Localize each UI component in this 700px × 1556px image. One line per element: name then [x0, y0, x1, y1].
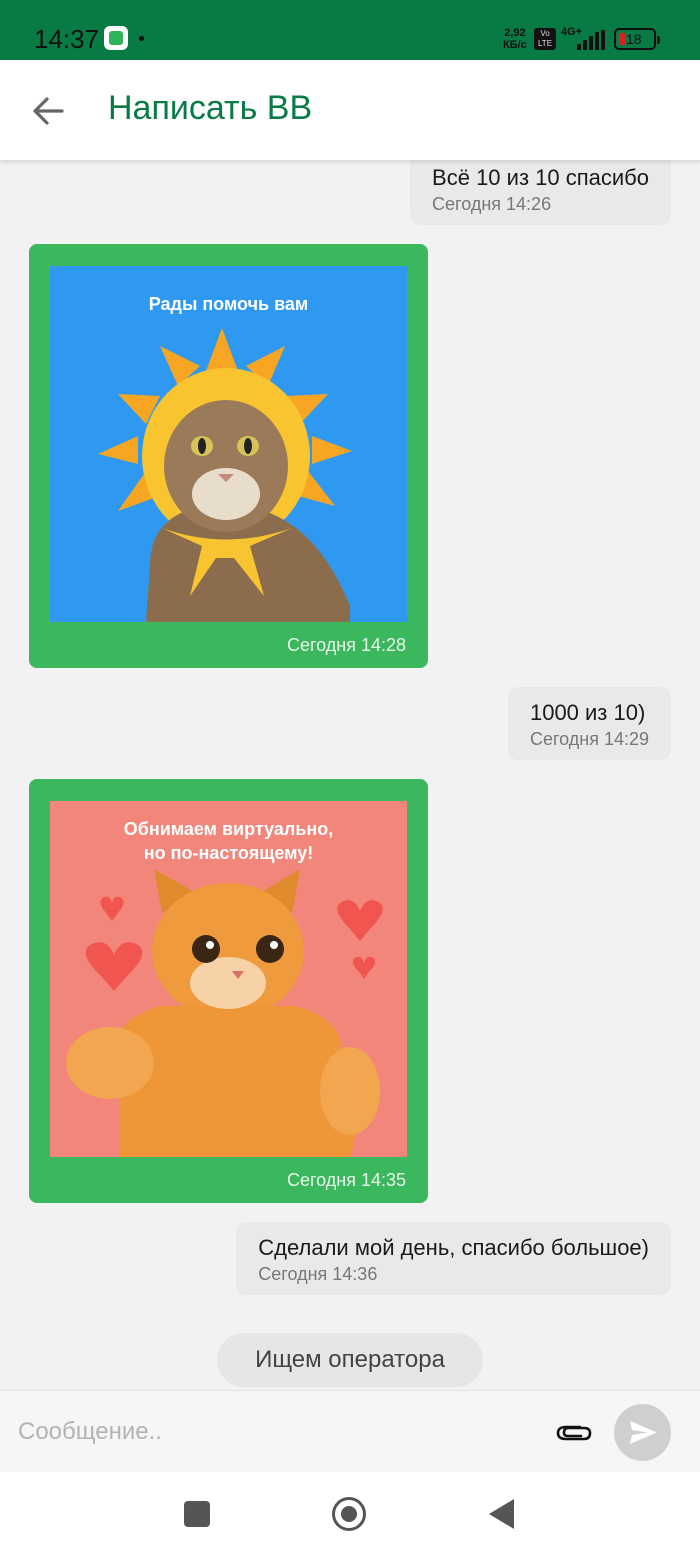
message-input[interactable] — [18, 1409, 538, 1455]
message-text: Сделали мой день, спасибо большое) — [258, 1235, 649, 1260]
outgoing-message[interactable]: Сделали мой день, спасибо большое) Сегод… — [236, 1222, 671, 1295]
recents-button[interactable] — [184, 1501, 210, 1527]
app-bar: Написать ВВ — [0, 60, 700, 160]
network-speed-unit: КБ/с — [503, 39, 527, 51]
send-icon — [630, 1421, 657, 1444]
battery-icon: 18 — [614, 28, 660, 50]
system-back-button[interactable] — [489, 1499, 514, 1529]
status-bar: 14:37 2,92 КБ/с Vo LTE 4G+ 18 — [0, 0, 700, 60]
outgoing-message[interactable]: Всё 10 из 10 спасибо Сегодня 14:26 — [410, 160, 671, 225]
back-button[interactable] — [26, 88, 72, 134]
sticker-sun-cat: Рады помочь вам — [50, 266, 407, 622]
paperclip-icon — [556, 1425, 592, 1441]
signal-icon — [577, 30, 605, 50]
volte-icon: Vo LTE — [534, 28, 556, 50]
operator-status-chip: Ищем оператора — [217, 1333, 483, 1387]
send-button[interactable] — [614, 1404, 671, 1461]
message-time: Сегодня 14:29 — [529, 729, 649, 749]
message-time: Сегодня 14:36 — [258, 1264, 378, 1284]
network-speed: 2,92 КБ/с — [503, 27, 527, 51]
home-button[interactable] — [332, 1497, 366, 1531]
outgoing-message[interactable]: 1000 из 10) Сегодня 14:29 — [507, 687, 671, 760]
arrow-left-icon — [33, 97, 64, 125]
sticker-hug-cat: Обнимаем виртуально, но по-настоящему! — [50, 801, 407, 1157]
message-text: Всё 10 из 10 спасибо — [432, 165, 649, 190]
chat-area[interactable]: Всё 10 из 10 спасибо Сегодня 14:26 Рады … — [0, 160, 700, 1390]
sun-hat-cat-image — [98, 328, 352, 622]
system-navigation-bar — [0, 1472, 700, 1556]
page-title: Написать ВВ — [108, 89, 313, 127]
message-time: Сегодня 14:35 — [286, 1170, 406, 1190]
volte-line1: Vo — [540, 29, 550, 38]
message-text: 1000 из 10) — [529, 700, 646, 725]
incoming-sticker-message[interactable]: Рады помочь вам Сегодня 14:28 — [29, 244, 428, 668]
network-speed-value: 2,92 — [504, 27, 526, 39]
incoming-sticker-message[interactable]: Обнимаем виртуально, но по-настоящему! С… — [29, 779, 428, 1203]
app-notification-icon — [104, 26, 128, 50]
message-composer — [0, 1390, 700, 1472]
status-time: 14:37 — [34, 24, 100, 54]
volte-line2: LTE — [537, 39, 553, 48]
attach-button[interactable] — [554, 1413, 594, 1453]
message-time: Сегодня 14:28 — [286, 635, 406, 655]
battery-level — [619, 33, 625, 45]
notification-dot-icon — [139, 36, 144, 41]
message-time: Сегодня 14:26 — [432, 194, 552, 214]
hugging-cat-image — [66, 869, 383, 1157]
battery-percent: 18 — [626, 31, 642, 47]
